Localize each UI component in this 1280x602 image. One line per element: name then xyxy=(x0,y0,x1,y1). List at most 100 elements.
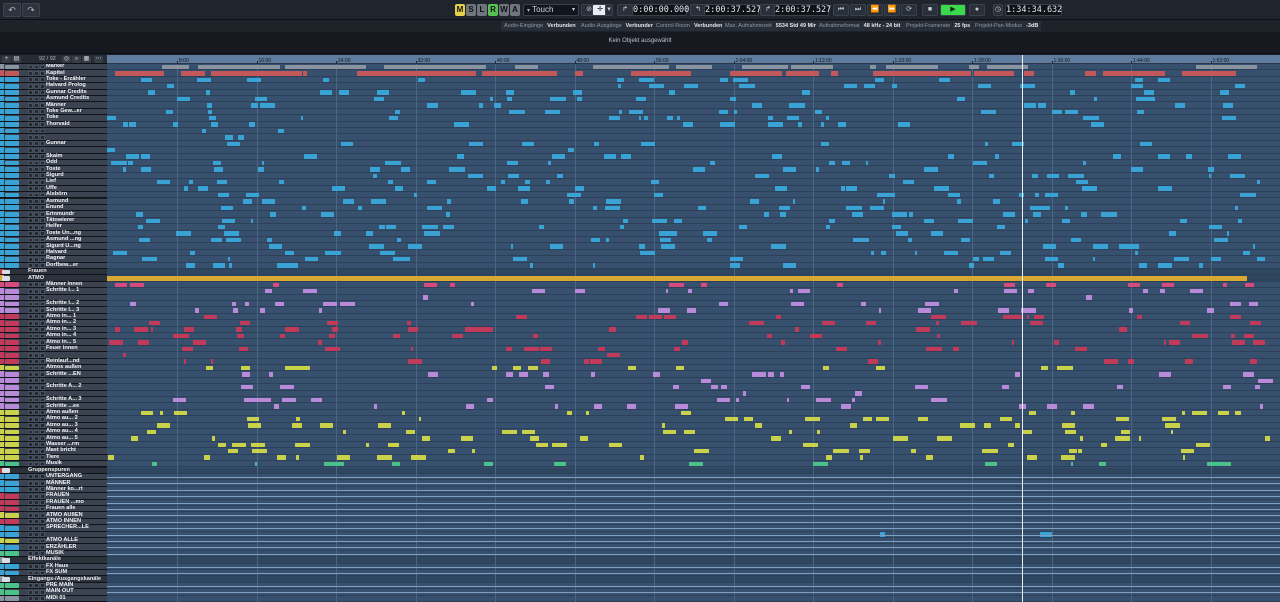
audio-event[interactable] xyxy=(568,148,575,153)
audio-event[interactable] xyxy=(407,320,411,326)
audio-event[interactable] xyxy=(604,154,617,159)
track-solo-button[interactable] xyxy=(34,243,39,249)
audio-event[interactable] xyxy=(1208,167,1215,172)
audio-event[interactable] xyxy=(529,263,533,268)
audio-event[interactable] xyxy=(1192,333,1208,339)
audio-event[interactable] xyxy=(426,205,442,211)
audio-event[interactable] xyxy=(122,122,129,127)
audio-event[interactable] xyxy=(130,436,139,441)
audio-event[interactable] xyxy=(843,84,858,89)
audio-event[interactable] xyxy=(1007,314,1023,319)
audio-event[interactable] xyxy=(877,340,882,345)
audio-event[interactable] xyxy=(719,77,728,82)
audio-event[interactable] xyxy=(1011,340,1015,345)
track-solo-button[interactable] xyxy=(34,307,39,313)
audio-event[interactable] xyxy=(931,397,948,403)
audio-event[interactable] xyxy=(328,333,335,339)
audio-event[interactable] xyxy=(300,116,303,121)
track-mute-button[interactable] xyxy=(28,352,33,358)
audio-event[interactable] xyxy=(470,301,474,307)
audio-event[interactable] xyxy=(783,167,796,172)
audio-event[interactable] xyxy=(1118,327,1127,332)
audio-event[interactable] xyxy=(676,365,684,371)
audio-event[interactable] xyxy=(623,218,628,223)
audio-event[interactable] xyxy=(674,404,679,409)
audio-event[interactable] xyxy=(956,96,966,102)
audio-event[interactable] xyxy=(1002,385,1009,390)
audio-event[interactable] xyxy=(770,436,781,441)
audio-event[interactable] xyxy=(1240,192,1257,198)
audio-event[interactable] xyxy=(146,218,160,223)
audio-event[interactable] xyxy=(513,256,528,262)
punch-in-icon[interactable]: ↱ xyxy=(617,4,633,16)
audio-event[interactable] xyxy=(914,250,918,255)
audio-event[interactable] xyxy=(491,365,497,371)
audio-event[interactable] xyxy=(1244,333,1254,339)
audio-event[interactable] xyxy=(535,442,548,448)
audio-event[interactable] xyxy=(820,141,829,147)
track-read-button[interactable] xyxy=(40,173,45,179)
audio-event[interactable] xyxy=(669,282,684,287)
audio-event[interactable] xyxy=(374,404,377,409)
audio-event[interactable] xyxy=(252,449,267,454)
audio-event[interactable] xyxy=(188,180,194,185)
audio-event[interactable] xyxy=(339,90,349,95)
audio-event[interactable] xyxy=(1041,365,1049,371)
track-read-button[interactable] xyxy=(40,250,45,256)
audio-event[interactable] xyxy=(386,224,396,230)
audio-event[interactable] xyxy=(1227,154,1241,159)
audio-event[interactable] xyxy=(250,442,265,448)
audio-event[interactable] xyxy=(673,218,682,223)
audio-event[interactable] xyxy=(1086,295,1093,300)
audio-event[interactable] xyxy=(173,397,186,403)
audio-event[interactable] xyxy=(133,327,148,332)
audio-event[interactable] xyxy=(1230,301,1236,307)
track-solo-button[interactable] xyxy=(34,391,39,397)
audio-event[interactable] xyxy=(396,237,401,243)
audio-event[interactable] xyxy=(868,359,878,364)
audio-event[interactable] xyxy=(663,308,671,313)
audio-event[interactable] xyxy=(1257,378,1273,384)
track-mute-button[interactable] xyxy=(28,250,33,256)
audio-event[interactable] xyxy=(243,385,254,390)
audio-event[interactable] xyxy=(1143,288,1149,294)
left-locator-display[interactable]: 2:00:37.527 xyxy=(704,4,761,16)
track-mute-button[interactable] xyxy=(28,589,33,595)
track-read-button[interactable] xyxy=(40,391,45,397)
track-solo-button[interactable] xyxy=(34,365,39,371)
track-solo-button[interactable] xyxy=(34,160,39,166)
audio-event[interactable] xyxy=(1222,385,1231,390)
audio-event[interactable] xyxy=(767,372,775,377)
audio-event[interactable] xyxy=(1159,372,1171,377)
audio-event[interactable] xyxy=(995,154,999,159)
audio-event[interactable] xyxy=(729,256,744,262)
audio-event[interactable] xyxy=(370,199,386,204)
track-mute-button[interactable] xyxy=(28,199,33,204)
audio-event[interactable] xyxy=(938,436,947,441)
track-read-button[interactable] xyxy=(40,544,45,550)
audio-event[interactable] xyxy=(388,442,400,448)
audio-event[interactable] xyxy=(908,237,912,243)
folder-icon[interactable]: ▤ xyxy=(12,56,21,63)
audio-event[interactable] xyxy=(605,205,621,211)
track-solo-button[interactable] xyxy=(34,122,39,128)
audio-event[interactable] xyxy=(829,160,835,166)
audio-event[interactable] xyxy=(1034,314,1045,319)
track-solo-button[interactable] xyxy=(34,378,39,384)
track-mute-button[interactable] xyxy=(28,339,33,345)
track-solo-button[interactable] xyxy=(34,192,39,198)
audio-event[interactable] xyxy=(501,180,505,185)
cycle-icon[interactable]: ⟳ xyxy=(901,4,917,16)
audio-event[interactable] xyxy=(321,212,334,217)
audio-event[interactable] xyxy=(279,180,284,185)
audio-event[interactable] xyxy=(1190,288,1204,294)
audio-event[interactable] xyxy=(778,205,790,211)
audio-event[interactable] xyxy=(1151,96,1155,102)
audio-event[interactable] xyxy=(246,417,260,422)
audio-event[interactable] xyxy=(550,96,566,102)
audio-event[interactable] xyxy=(1234,301,1241,307)
audio-event[interactable] xyxy=(959,423,976,428)
audio-event[interactable] xyxy=(802,442,818,448)
audio-event[interactable] xyxy=(407,359,423,364)
audio-event[interactable] xyxy=(977,84,991,89)
